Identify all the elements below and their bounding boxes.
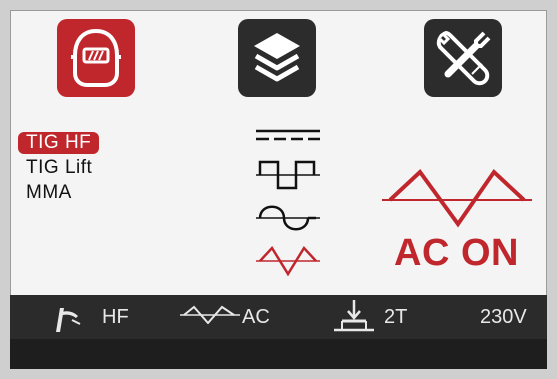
voltage-label: 230V bbox=[480, 306, 527, 328]
current-type-label: AC bbox=[242, 306, 270, 328]
square-waveform-icon bbox=[256, 160, 320, 190]
mode-label: TIG Lift bbox=[26, 157, 93, 178]
mode-label: TIG HF bbox=[26, 132, 92, 153]
ac-wave-display bbox=[382, 168, 532, 233]
dc-waveform-icon bbox=[256, 129, 320, 141]
status-footer bbox=[10, 339, 547, 369]
status-current-type: AC bbox=[180, 295, 290, 339]
trigger-mode-label: 2T bbox=[384, 306, 408, 328]
status-bar: HF AC 2T 230V bbox=[10, 295, 547, 339]
ignition-label: HF bbox=[102, 306, 129, 328]
status-trigger-mode: 2T bbox=[332, 295, 432, 339]
welding-process-menu-button[interactable] bbox=[57, 19, 135, 97]
triangle-waveform-icon bbox=[256, 245, 320, 277]
layers-icon bbox=[254, 33, 300, 82]
tools-icon bbox=[436, 30, 491, 86]
ac-wave-small-icon bbox=[180, 305, 240, 324]
trigger-icon bbox=[334, 300, 374, 332]
status-voltage: 230V bbox=[480, 295, 540, 339]
waveform-option-dc[interactable] bbox=[256, 127, 320, 148]
settings-menu-button[interactable] bbox=[424, 19, 502, 97]
ac-status-label: AC ON bbox=[394, 232, 519, 274]
sine-waveform-icon bbox=[256, 205, 320, 231]
welding-helmet-icon bbox=[71, 28, 121, 87]
mode-tig-hf[interactable]: TIG HF bbox=[18, 132, 100, 154]
torch-icon bbox=[56, 308, 81, 332]
waveform-option-sine[interactable] bbox=[256, 201, 320, 240]
waveform-option-square[interactable] bbox=[256, 158, 320, 197]
welder-screen: TIG HF TIG Lift MMA AC ON HF AC 2T 230V bbox=[10, 10, 547, 369]
mode-tig-lift[interactable]: TIG Lift bbox=[18, 157, 100, 179]
status-ignition: HF bbox=[50, 295, 140, 339]
mode-mma[interactable]: MMA bbox=[18, 182, 80, 204]
mode-label: MMA bbox=[26, 182, 72, 203]
ac-triangle-wave-icon bbox=[382, 168, 532, 228]
waveform-menu-button[interactable] bbox=[238, 19, 316, 97]
waveform-option-triangle[interactable] bbox=[256, 244, 320, 283]
